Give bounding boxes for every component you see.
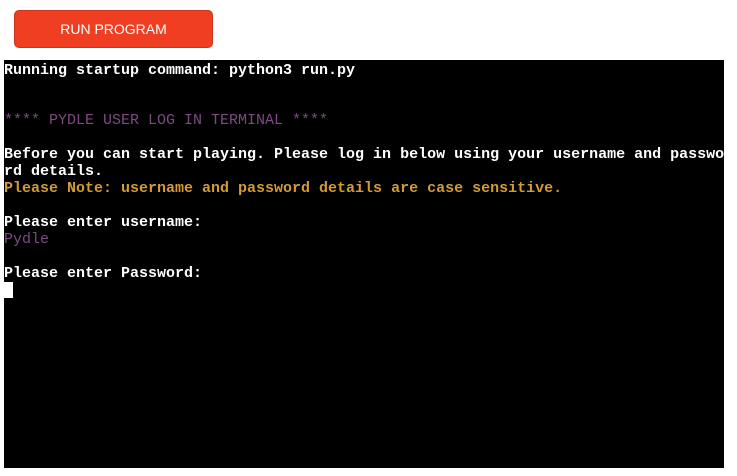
terminal-cursor[interactable] xyxy=(4,282,13,298)
run-program-button[interactable]: RUN PROGRAM xyxy=(14,10,213,48)
username-entered-value: Pydle xyxy=(4,231,50,248)
password-prompt: Please enter Password: xyxy=(4,265,203,282)
terminal-banner: **** PYDLE USER LOG IN TERMINAL **** xyxy=(4,112,329,129)
terminal-panel: Running startup command: python3 run.py … xyxy=(4,60,736,468)
intro-text-line-1: Before you can start playing. Please log… xyxy=(4,146,724,163)
intro-text-line-2: rd details. xyxy=(4,163,104,180)
case-sensitive-note: Please Note: username and password detai… xyxy=(4,180,563,197)
startup-command-line: Running startup command: python3 run.py xyxy=(4,62,356,79)
page: RUN PROGRAM Running startup command: pyt… xyxy=(0,0,737,476)
terminal-scrollbar[interactable] xyxy=(724,60,736,468)
username-prompt: Please enter username: xyxy=(4,214,203,231)
terminal-screen[interactable]: Running startup command: python3 run.py … xyxy=(4,60,724,468)
